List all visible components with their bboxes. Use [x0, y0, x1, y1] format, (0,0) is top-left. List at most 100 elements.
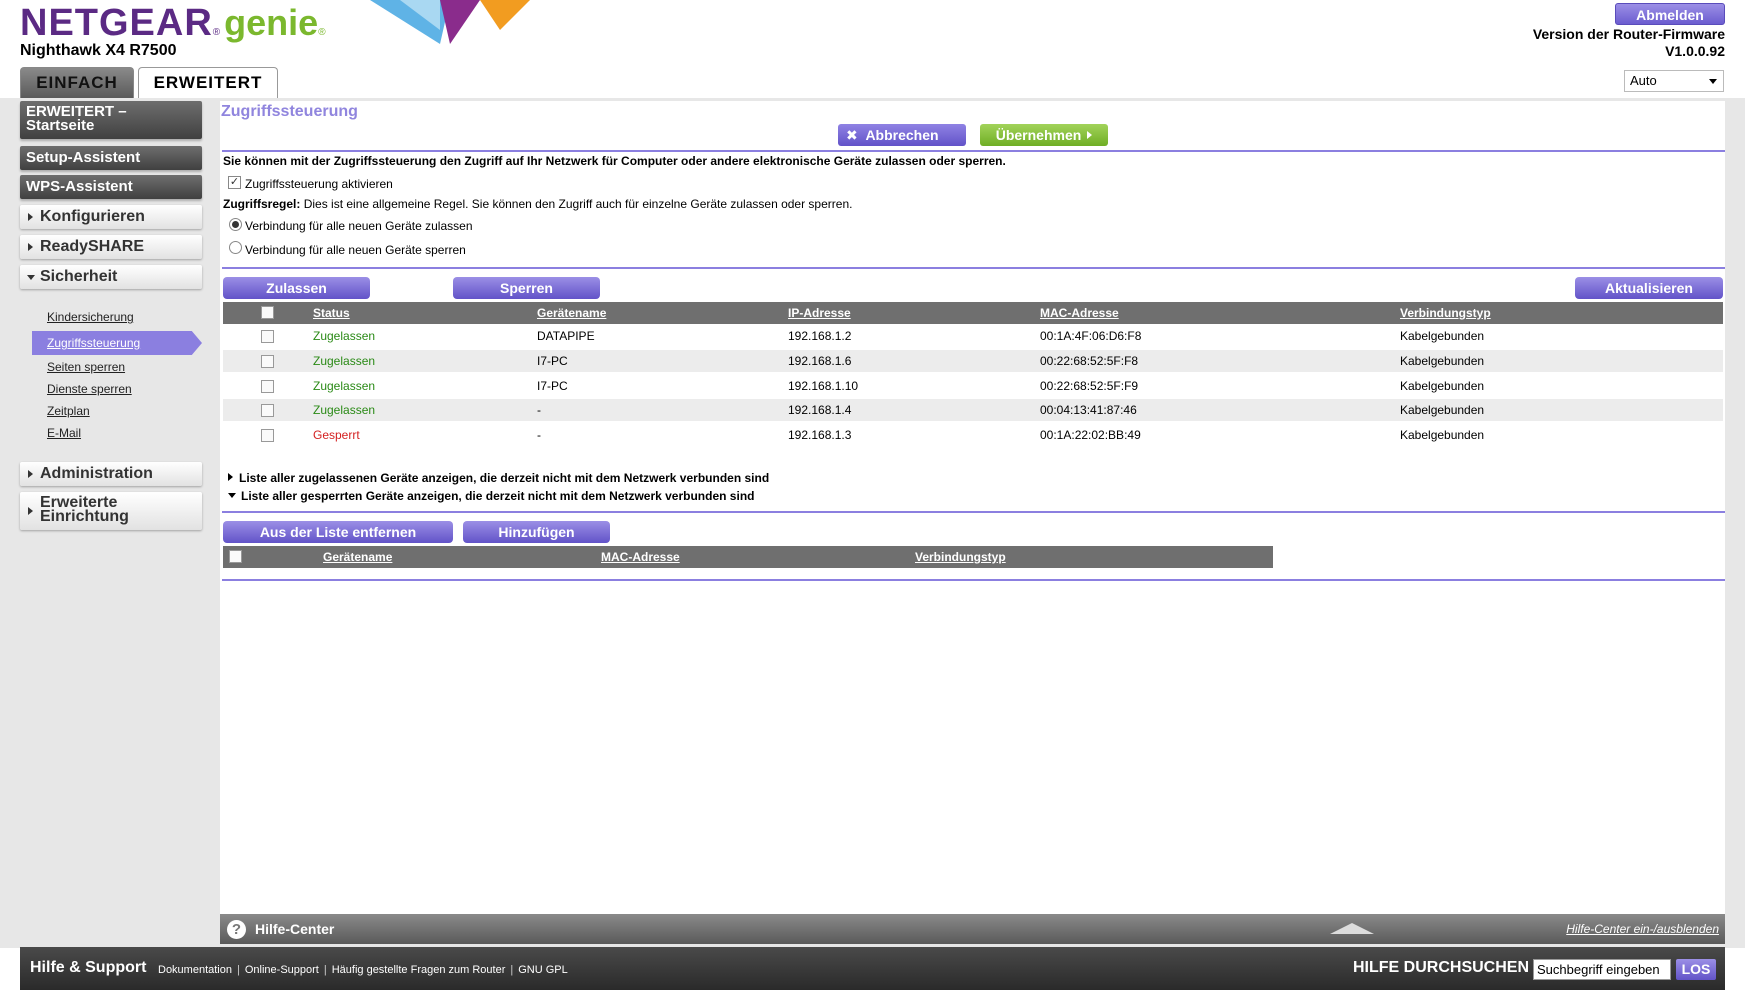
row-connection-type: Kabelgebunden [1400, 329, 1485, 343]
language-select[interactable]: Auto [1624, 70, 1724, 92]
footer-link-documentation[interactable]: Dokumentation [158, 964, 232, 976]
block-button[interactable]: Sperren [453, 277, 600, 299]
row-status: Zugelassen [313, 329, 376, 343]
expander-allowed-offline[interactable]: Liste aller zugelassenen Geräte anzeigen… [228, 471, 769, 485]
sidebar-subitem-block-sites[interactable]: Seiten sperren [47, 360, 125, 374]
access-rule-label: Zugriffsregel: [223, 197, 301, 211]
column-ip-address[interactable]: IP-Adresse [788, 306, 851, 320]
footer-link-gnu-gpl[interactable]: GNU GPL [518, 964, 568, 976]
table-row[interactable]: Zugelassen I7-PC 192.168.1.6 00:22:68:52… [223, 350, 1723, 372]
tab-basic[interactable]: EINFACH [20, 67, 134, 98]
select-all-checkbox[interactable] [229, 550, 242, 563]
sidebar-item-readyshare[interactable]: ReadySHARE [20, 235, 202, 259]
table-row[interactable]: Zugelassen - 192.168.1.4 00:04:13:41:87:… [223, 399, 1723, 421]
footer-link-online-support[interactable]: Online-Support [245, 964, 319, 976]
play-icon [1087, 131, 1093, 139]
table-row[interactable]: Gesperrt - 192.168.1.3 00:1A:22:02:BB:49… [223, 424, 1723, 446]
search-input[interactable]: Suchbegriff eingeben [1533, 959, 1671, 980]
help-center-bar: ? Hilfe-Center Hilfe-Center ein-/ausblen… [220, 914, 1725, 944]
footer-title: Hilfe & Support [30, 959, 147, 976]
apply-button[interactable]: Übernehmen [980, 124, 1108, 146]
column-device-name[interactable]: Gerätename [537, 306, 606, 320]
netgear-genie-logo: NETGEAR ® genie ® [20, 2, 326, 44]
cancel-button[interactable]: ✖ Abbrechen [838, 124, 966, 146]
chevron-down-icon [27, 275, 35, 280]
row-checkbox[interactable] [261, 330, 274, 343]
close-icon: ✖ [846, 127, 858, 143]
sidebar-item-setup-wizard[interactable]: Setup-Assistent [20, 146, 202, 170]
sidebar-subitem-parental-control[interactable]: Kindersicherung [47, 310, 134, 324]
row-device-name: - [537, 428, 541, 442]
chevron-up-icon[interactable] [1330, 923, 1374, 934]
sidebar-subitem-block-services[interactable]: Dienste sperren [47, 382, 132, 396]
footer-link-faq[interactable]: Häufig gestellte Fragen zum Router [332, 964, 506, 976]
table-row[interactable]: Zugelassen I7-PC 192.168.1.10 00:22:68:5… [223, 375, 1723, 397]
column-mac-address[interactable]: MAC-Adresse [601, 550, 680, 564]
intro-text: Sie können mit der Zugriffssteuerung den… [223, 154, 1006, 168]
row-ip: 192.168.1.4 [788, 403, 852, 417]
block-new-devices-radio[interactable] [229, 241, 242, 254]
row-device-name: I7-PC [537, 354, 568, 368]
help-center-title: Hilfe-Center [255, 921, 335, 937]
block-new-devices-label: Verbindung für alle neuen Geräte sperren [245, 243, 466, 257]
column-status[interactable]: Status [313, 306, 350, 320]
row-device-name: DATAPIPE [537, 329, 595, 343]
column-connection-type[interactable]: Verbindungstyp [915, 550, 1006, 564]
access-rule-text: Zugriffsregel: Dies ist eine allgemeine … [223, 197, 852, 211]
row-checkbox[interactable] [261, 429, 274, 442]
sidebar-item-security[interactable]: Sicherheit [20, 265, 202, 289]
sidebar-item-label: Administration [40, 465, 153, 482]
row-mac: 00:22:68:52:5F:F8 [1040, 354, 1139, 368]
expander-label: Liste aller zugelassenen Geräte anzeigen… [239, 471, 770, 485]
separator: | [510, 964, 514, 976]
logout-button[interactable]: Abmelden [1615, 3, 1725, 25]
refresh-button[interactable]: Aktualisieren [1575, 277, 1723, 299]
chevron-down-icon [228, 493, 236, 498]
sidebar-item-advanced-setup[interactable]: Erweiterte Einrichtung [20, 492, 202, 530]
apply-button-label: Übernehmen [995, 127, 1082, 143]
help-icon[interactable]: ? [227, 920, 246, 939]
table-row[interactable]: Zugelassen DATAPIPE 192.168.1.2 00:1A:4F… [223, 325, 1723, 347]
sidebar-item-configure[interactable]: Konfigurieren [20, 205, 202, 229]
separator: | [237, 964, 240, 976]
divider [222, 579, 1725, 581]
allow-button[interactable]: Zulassen [223, 277, 370, 299]
sidebar-item-wps-wizard[interactable]: WPS-Assistent [20, 175, 202, 199]
divider [222, 150, 1725, 152]
expander-blocked-offline[interactable]: Liste aller gesperrten Geräte anzeigen, … [228, 489, 754, 503]
router-model: Nighthawk X4 R7500 [20, 42, 177, 59]
sidebar-item-label: Sicherheit [40, 268, 118, 285]
row-status: Zugelassen [313, 403, 376, 417]
help-center-toggle-link[interactable]: Hilfe-Center ein-/ausblenden [1566, 922, 1719, 936]
sidebar-subitem-access-control[interactable]: Zugriffssteuerung [47, 336, 140, 350]
row-checkbox[interactable] [261, 380, 274, 393]
sidebar-item-advanced-home[interactable]: ERWEITERT – Startseite [20, 101, 202, 139]
column-device-name[interactable]: Gerätename [323, 550, 392, 564]
row-ip: 192.168.1.2 [788, 329, 852, 343]
device-table-header: Status Gerätename IP-Adresse MAC-Adresse… [223, 302, 1723, 324]
separator: | [323, 964, 327, 976]
row-status: Gesperrt [313, 428, 360, 442]
row-checkbox[interactable] [261, 404, 274, 417]
divider [222, 267, 1725, 269]
column-connection-type[interactable]: Verbindungstyp [1400, 306, 1491, 320]
column-mac-address[interactable]: MAC-Adresse [1040, 306, 1119, 320]
sidebar-subitem-schedule[interactable]: Zeitplan [47, 404, 90, 418]
sidebar-item-label: Startseite [26, 117, 95, 134]
decorative-shapes-icon [370, 0, 530, 44]
sidebar-subitem-email[interactable]: E-Mail [47, 426, 81, 440]
tab-advanced[interactable]: ERWEITERT [138, 67, 278, 98]
chevron-right-icon [28, 213, 33, 221]
chevron-right-icon [28, 243, 33, 251]
row-checkbox[interactable] [261, 355, 274, 368]
enable-access-control-checkbox[interactable]: ✓ [228, 176, 241, 189]
footer: Hilfe & Support Dokumentation | Online-S… [20, 947, 1725, 990]
sidebar-item-administration[interactable]: Administration [20, 462, 202, 486]
row-ip: 192.168.1.10 [788, 379, 859, 393]
remove-from-list-button[interactable]: Aus der Liste entfernen [223, 521, 453, 543]
allow-new-devices-radio[interactable] [229, 218, 242, 231]
search-button[interactable]: LOS [1676, 959, 1716, 980]
select-all-checkbox[interactable] [261, 306, 274, 319]
sidebar-item-label: Einrichtung [40, 508, 129, 525]
add-button[interactable]: Hinzufügen [463, 521, 610, 543]
